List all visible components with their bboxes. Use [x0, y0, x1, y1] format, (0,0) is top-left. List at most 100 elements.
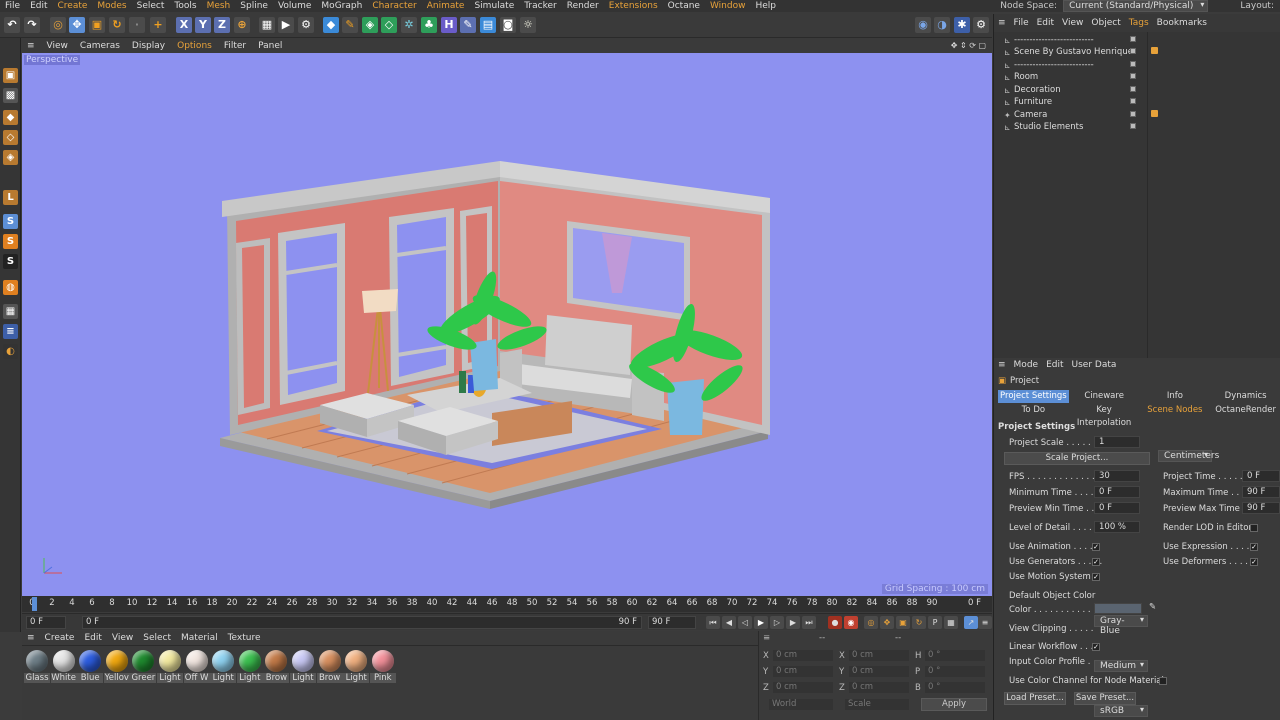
- use-expression-checkbox[interactable]: ✓: [1250, 543, 1258, 551]
- menu-edit[interactable]: Edit: [25, 1, 52, 11]
- size-y-field[interactable]: 0 cm: [849, 666, 909, 677]
- y-axis-lock-icon[interactable]: Y: [195, 17, 211, 33]
- recent-tool-icon[interactable]: ·: [129, 17, 145, 33]
- workplane-icon[interactable]: L: [3, 190, 18, 205]
- prev-frame-icon[interactable]: ◁: [738, 616, 752, 629]
- mat-menu-edit[interactable]: Edit: [79, 633, 106, 643]
- viewport-nav-icons[interactable]: ✥ ⇕ ⟳ ▢: [945, 41, 992, 50]
- key-param-icon[interactable]: P: [928, 616, 942, 629]
- material-item[interactable]: Greer: [130, 650, 157, 683]
- tag-icon[interactable]: [1151, 47, 1158, 54]
- timeline-ruler[interactable]: 0246810121416182022242628303234363840424…: [22, 596, 992, 612]
- cube-icon[interactable]: ◆: [323, 17, 339, 33]
- view-clipping-dropdown[interactable]: Medium: [1094, 660, 1148, 672]
- obj-menu-edit[interactable]: Edit: [1033, 18, 1058, 28]
- mat-menu-texture[interactable]: Texture: [223, 633, 266, 643]
- menu-simulate[interactable]: Simulate: [469, 1, 519, 11]
- axis-tool-icon[interactable]: +: [150, 17, 166, 33]
- x-axis-lock-icon[interactable]: X: [176, 17, 192, 33]
- move-tool-icon[interactable]: ✥: [69, 17, 85, 33]
- render-picture-viewer-icon[interactable]: ▶: [278, 17, 294, 33]
- input-color-profile-dropdown[interactable]: sRGB: [1094, 705, 1148, 717]
- frame-range-slider[interactable]: 0 F 90 F: [82, 616, 642, 629]
- position-y-field[interactable]: 0 cm: [773, 666, 833, 677]
- field-icon[interactable]: H: [441, 17, 457, 33]
- scale-tool-icon[interactable]: ▣: [89, 17, 105, 33]
- next-key-icon[interactable]: ▶: [786, 616, 800, 629]
- snap-settings-icon[interactable]: S: [3, 234, 18, 249]
- material-item[interactable]: Glass: [24, 650, 50, 683]
- menu-render[interactable]: Render: [562, 1, 604, 11]
- object-row[interactable]: ⊾ Decoration: [994, 84, 1280, 97]
- scale-unit-dropdown[interactable]: Centimeters: [1158, 450, 1219, 462]
- tab-todo[interactable]: To Do: [998, 404, 1069, 417]
- eyedropper-icon[interactable]: ✎: [1149, 602, 1156, 612]
- tab-info[interactable]: Info: [1140, 390, 1211, 403]
- visibility-dot-icon[interactable]: [1130, 73, 1136, 79]
- edges-mode-icon[interactable]: ◈: [3, 150, 18, 165]
- key-scale-icon[interactable]: ▣: [896, 616, 910, 629]
- menu-help[interactable]: Help: [750, 1, 781, 11]
- light-icon[interactable]: ☼: [520, 17, 536, 33]
- rotation-b-field[interactable]: 0 °: [925, 682, 985, 693]
- menu-tools[interactable]: Tools: [169, 1, 201, 11]
- load-preset-button[interactable]: Load Preset...: [1004, 692, 1066, 705]
- apply-button[interactable]: Apply: [921, 698, 987, 711]
- attribute-menu-icon[interactable]: ≡: [994, 360, 1010, 370]
- menu-window[interactable]: Window: [705, 1, 751, 11]
- preview-min-field[interactable]: 0 F: [1094, 502, 1140, 514]
- tab-project-settings[interactable]: Project Settings: [998, 390, 1069, 403]
- material-item[interactable]: Yellov: [103, 650, 130, 683]
- menu-create[interactable]: Create: [53, 1, 93, 11]
- scene-icon[interactable]: ✎: [460, 17, 476, 33]
- node-space-dropdown[interactable]: Current (Standard/Physical): [1063, 0, 1209, 12]
- object-row[interactable]: ⊾ Room: [994, 71, 1280, 84]
- select-tool-icon[interactable]: ◎: [50, 17, 66, 33]
- min-time-field[interactable]: 0 F: [1094, 486, 1140, 498]
- array-icon[interactable]: ◇: [381, 17, 397, 33]
- vp-menu-panel[interactable]: Panel: [252, 41, 288, 51]
- menu-spline[interactable]: Spline: [235, 1, 273, 11]
- obj-menu-file[interactable]: File: [1010, 18, 1033, 28]
- layers-icon[interactable]: ≡: [3, 324, 18, 339]
- key-pla-icon[interactable]: ▦: [944, 616, 958, 629]
- material-item[interactable]: Light: [236, 650, 263, 683]
- rotation-h-field[interactable]: 0 °: [925, 650, 985, 661]
- size-z-field[interactable]: 0 cm: [849, 682, 909, 693]
- tab-cineware[interactable]: Cineware: [1069, 390, 1140, 403]
- perspective-viewport[interactable]: Perspective Grid Spacing: 100 cm: [22, 53, 992, 596]
- color-swatch[interactable]: [1094, 603, 1142, 614]
- mat-menu-create[interactable]: Create: [40, 633, 80, 643]
- tab-scene-nodes[interactable]: Scene Nodes: [1140, 404, 1211, 417]
- material-item[interactable]: Blue: [77, 650, 104, 683]
- material-item[interactable]: Pink: [369, 650, 396, 683]
- coord-scale-dropdown[interactable]: Scale: [845, 699, 909, 710]
- mat-menu-select[interactable]: Select: [138, 633, 176, 643]
- project-time-field[interactable]: 0 F: [1242, 470, 1280, 482]
- points-mode-icon[interactable]: ◇: [3, 130, 18, 145]
- render-view-icon[interactable]: ▦: [259, 17, 275, 33]
- object-row[interactable]: ⊾ --------------------------: [994, 34, 1280, 47]
- motion-path-icon[interactable]: ↗: [964, 616, 978, 629]
- deformer-icon[interactable]: ♣: [421, 17, 437, 33]
- key-rotation-icon[interactable]: ↻: [912, 616, 926, 629]
- coord-space-dropdown[interactable]: World: [769, 699, 833, 710]
- mat-menu-material[interactable]: Material: [176, 633, 223, 643]
- play-icon[interactable]: ▶: [754, 616, 768, 629]
- render-settings-icon[interactable]: ⚙: [298, 17, 314, 33]
- menu-extensions[interactable]: Extensions: [604, 1, 663, 11]
- rotation-p-field[interactable]: 0 °: [925, 666, 985, 677]
- material-item[interactable]: Off W: [183, 650, 210, 683]
- sculpt-icon[interactable]: ◍: [3, 280, 18, 295]
- object-row[interactable]: ⊾ --------------------------: [994, 59, 1280, 72]
- floor-icon[interactable]: ▤: [480, 17, 496, 33]
- mograph-cloner-icon[interactable]: ✲: [401, 17, 417, 33]
- visibility-dot-icon[interactable]: [1130, 86, 1136, 92]
- position-x-field[interactable]: 0 cm: [773, 650, 833, 661]
- obj-menu-object[interactable]: Object: [1087, 18, 1124, 28]
- obj-menu-tags[interactable]: Tags: [1125, 18, 1153, 28]
- menu-select[interactable]: Select: [132, 1, 170, 11]
- octane-live-viewer-icon[interactable]: ◉: [915, 17, 931, 33]
- pen-icon[interactable]: ✎: [342, 17, 358, 33]
- render-lod-checkbox[interactable]: [1250, 524, 1258, 532]
